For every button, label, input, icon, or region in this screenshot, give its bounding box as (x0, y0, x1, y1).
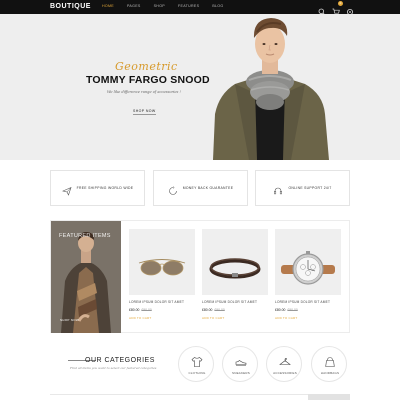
category-accessories[interactable]: ACCESSORIES (266, 346, 302, 382)
sneaker-icon (235, 355, 247, 367)
product-price: £80.00 £90.00 (275, 308, 298, 312)
cart-count-badge: 0 (338, 1, 343, 6)
product-image-watch[interactable] (275, 229, 341, 295)
product-price: £80.00 £90.00 (129, 308, 152, 312)
add-to-cart-link[interactable]: ADD TO CART (275, 316, 297, 320)
feature-label: MONEY BACK GUARANTEE (182, 186, 234, 190)
category-label: ACCESSORIES (273, 371, 297, 375)
hero-subtitle: We like difference range of accessories … (107, 90, 181, 94)
product-name[interactable]: LOREM IPSUM DOLOR SIT AMET (275, 300, 330, 304)
product-name[interactable]: LOREM IPSUM DOLOR SIT AMET (129, 300, 184, 304)
hero-script-title: Geometric (115, 60, 178, 73)
product-name[interactable]: LOREM IPSUM DOLOR SIT AMET (202, 300, 257, 304)
hero-title: TOMMY FARGO SNOOD (86, 74, 210, 86)
featured-shop-now-link[interactable]: SHOP NOW (60, 318, 79, 322)
category-label: CLOTHING (188, 371, 206, 375)
feature-online-support: ONLINE SUPPORT 24/7 (255, 170, 350, 206)
header-actions: 0 (318, 1, 354, 16)
product-card[interactable]: LOREM IPSUM DOLOR SIT AMET £80.00 £90.00 … (202, 229, 268, 329)
section-divider (50, 394, 350, 395)
headset-icon (273, 183, 283, 195)
current-price: £80.00 (129, 308, 140, 312)
cart-icon[interactable]: 0 (332, 1, 343, 16)
featured-items-label: FEATURED ITEMS (59, 233, 111, 239)
nav-home[interactable]: HOME (102, 4, 114, 8)
old-price: £90.00 (287, 308, 298, 312)
category-handbags[interactable]: HANDBAGS (311, 346, 347, 382)
category-label: SNEAKERS (232, 371, 250, 375)
add-to-cart-link[interactable]: ADD TO CART (202, 316, 224, 320)
featured-products-section: FEATURED ITEMS SHOP NOW LOREM IPSUM DOLO… (50, 220, 350, 333)
feature-label: ONLINE SUPPORT 24/7 (288, 186, 332, 190)
feature-money-back: MONEY BACK GUARANTEE (153, 170, 248, 206)
nav-blog[interactable]: BLOG (212, 4, 223, 8)
nav-shop[interactable]: SHOP (154, 4, 165, 8)
hero-banner: Geometric TOMMY FARGO SNOOD We like diff… (0, 14, 400, 160)
category-label: HANDBAGS (320, 371, 340, 375)
nav-pages[interactable]: PAGES (127, 4, 141, 8)
top-navigation-bar: BOUTIQUE HOME PAGES SHOP FEATURES BLOG 0 (0, 0, 400, 16)
old-price: £90.00 (214, 308, 225, 312)
site-logo[interactable]: BOUTIQUE (50, 3, 91, 10)
feature-label: FREE SHIPPING WORLD WIDE (76, 186, 134, 190)
add-to-cart-link[interactable]: ADD TO CART (129, 316, 151, 320)
nav-features[interactable]: FEATURES (178, 4, 199, 8)
product-image-sunglasses[interactable] (129, 229, 195, 295)
main-nav: HOME PAGES SHOP FEATURES BLOG (102, 4, 237, 8)
hero-model-image (205, 14, 335, 160)
categories-title: OUR CATEGORIES (85, 357, 155, 364)
current-price: £80.00 (202, 308, 213, 312)
category-sneakers[interactable]: SNEAKERS (222, 346, 258, 382)
hero-shop-now-button[interactable]: SHOP NOW (133, 109, 156, 115)
featured-items-banner[interactable]: FEATURED ITEMS SHOP NOW (51, 221, 121, 333)
feature-free-shipping: FREE SHIPPING WORLD WIDE (50, 170, 145, 206)
old-price: £90.00 (141, 308, 152, 312)
money-back-icon (168, 183, 178, 195)
product-card[interactable]: LOREM IPSUM DOLOR SIT AMET £80.00 £90.00 … (129, 229, 195, 329)
product-image-bracelet[interactable] (202, 229, 268, 295)
paper-plane-icon (61, 183, 72, 196)
handbag-icon (324, 355, 336, 367)
feature-boxes: FREE SHIPPING WORLD WIDE MONEY BACK GUAR… (50, 170, 350, 206)
next-section-edge (308, 394, 350, 400)
search-icon[interactable] (318, 3, 326, 16)
category-clothing[interactable]: CLOTHING (178, 346, 214, 382)
product-price: £80.00 £90.00 (202, 308, 225, 312)
categories-subtitle: Find all items you want to select our fe… (70, 366, 157, 370)
current-price: £80.00 (275, 308, 286, 312)
product-card[interactable]: LOREM IPSUM DOLOR SIT AMET £80.00 £90.00 … (275, 229, 341, 329)
tshirt-icon (191, 355, 203, 367)
hanger-icon (279, 355, 291, 367)
settings-icon[interactable] (346, 3, 354, 15)
